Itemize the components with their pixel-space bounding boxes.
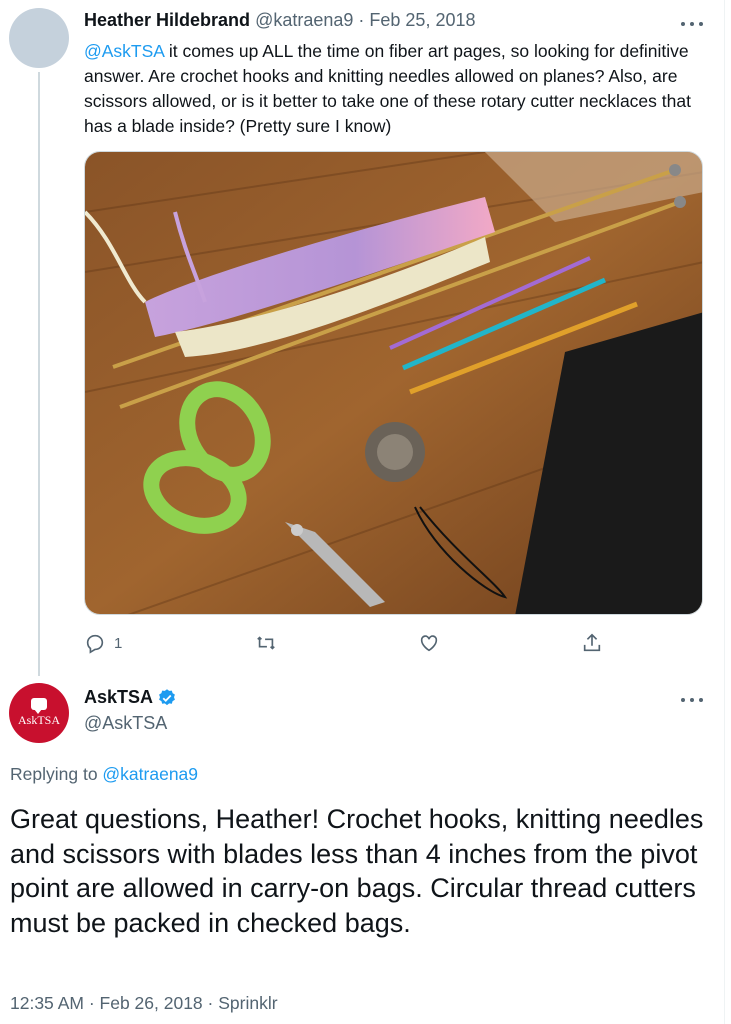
retweet-button[interactable] [255, 632, 277, 654]
replying-to: Replying to @katraena9 [10, 764, 198, 785]
author-name-row[interactable]: AskTSA [84, 687, 177, 708]
share-icon [583, 633, 601, 652]
tweet-body: it comes up ALL the time on fiber art pa… [84, 41, 691, 136]
heart-icon [420, 635, 438, 652]
tweet-date[interactable]: Feb 26, 2018 [100, 993, 203, 1013]
separator: · [83, 993, 100, 1013]
reply-text: Great questions, Heather! Crochet hooks,… [10, 804, 704, 938]
tweet-text: @AskTSA it comes up ALL the time on fibe… [84, 39, 714, 139]
separator: · [353, 10, 370, 30]
author-handle[interactable]: @katraena9 [255, 10, 353, 30]
tweet-source[interactable]: Sprinklr [218, 993, 277, 1013]
retweet-icon [257, 636, 275, 650]
replying-handle-link[interactable]: @katraena9 [102, 764, 198, 784]
author-name[interactable]: Heather Hildebrand [84, 10, 250, 30]
tweet-header: Heather Hildebrand @katraena9 · Feb 25, … [84, 10, 476, 31]
share-button[interactable] [581, 632, 603, 654]
replying-prefix: Replying to [10, 764, 103, 784]
verified-badge-icon [159, 688, 175, 705]
reply-count: 1 [114, 634, 123, 652]
avatar[interactable]: AskTSA [9, 683, 69, 743]
author-name[interactable]: AskTSA [84, 687, 153, 708]
thread-connector [38, 72, 40, 676]
tweet-meta: 12:35 AM · Feb 26, 2018 · Sprinklr [10, 993, 278, 1014]
tweet-time[interactable]: 12:35 AM [10, 993, 84, 1013]
timeline-border [724, 0, 725, 1024]
separator: · [202, 993, 219, 1013]
reply-button[interactable]: 1 [84, 632, 122, 654]
chat-bubble-icon [31, 698, 47, 714]
like-button[interactable] [418, 632, 440, 654]
mention-link[interactable]: @AskTSA [84, 41, 164, 61]
tweet-date[interactable]: Feb 25, 2018 [369, 10, 475, 30]
tweet-photo[interactable] [84, 151, 703, 615]
more-options-icon[interactable] [681, 696, 703, 704]
author-handle[interactable]: @AskTSA [84, 713, 167, 734]
more-options-icon[interactable] [681, 20, 703, 28]
reply-icon [86, 634, 104, 654]
avatar[interactable] [9, 8, 69, 68]
avatar-label: AskTSA [17, 713, 60, 727]
